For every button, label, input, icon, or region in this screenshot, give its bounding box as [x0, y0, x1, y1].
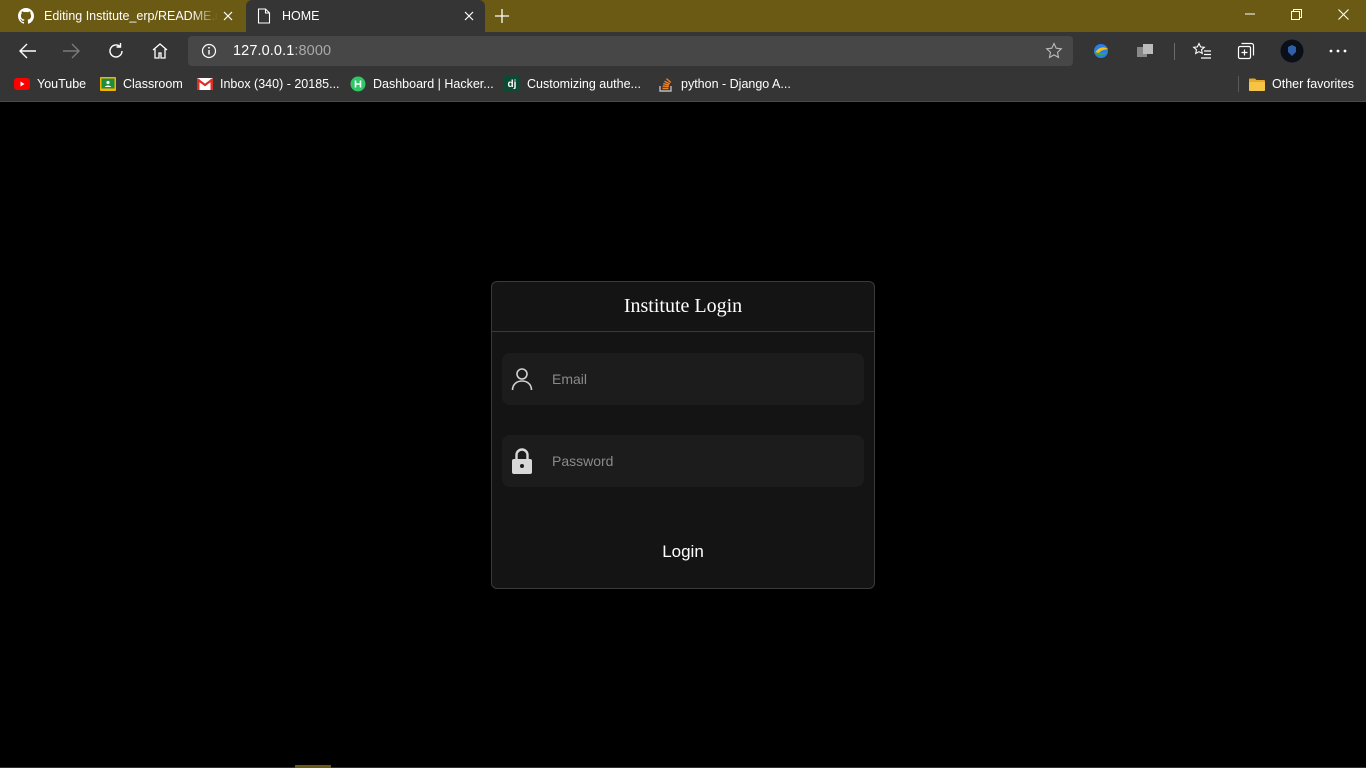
favorite-stackoverflow[interactable]: python - Django A...: [658, 70, 791, 98]
plus-icon: [495, 9, 509, 23]
lock-icon: [510, 447, 534, 475]
favorite-label: Classroom: [123, 77, 183, 91]
password-input[interactable]: [552, 453, 832, 469]
favorite-django[interactable]: dj Customizing authe...: [504, 70, 641, 98]
login-button[interactable]: Login: [642, 538, 724, 566]
url-port: :8000: [294, 43, 332, 59]
avatar: [1280, 39, 1304, 63]
extension-button[interactable]: [1131, 38, 1159, 64]
arrow-left-icon: [19, 43, 36, 59]
github-icon: [18, 8, 34, 24]
star-icon[interactable]: [1045, 42, 1063, 60]
back-button[interactable]: [13, 37, 43, 65]
info-icon[interactable]: [201, 43, 217, 59]
favorite-label: python - Django A...: [681, 77, 791, 91]
tab-strip: Editing Institute_erp/README.md HOME: [0, 0, 1366, 32]
refresh-button[interactable]: [101, 37, 131, 65]
collections-icon: [1237, 42, 1255, 60]
other-favorites-folder[interactable]: Other favorites: [1249, 70, 1354, 98]
profile-button[interactable]: [1278, 38, 1306, 64]
gmail-icon: [197, 76, 213, 92]
stackoverflow-icon: [658, 76, 674, 92]
toolbar-divider: [1174, 43, 1175, 60]
favorite-gmail[interactable]: Inbox (340) - 20185...: [197, 70, 340, 98]
url-host: 127.0.0.1: [233, 43, 295, 59]
favorite-classroom[interactable]: Classroom: [100, 70, 183, 98]
page-content: Institute Login Login: [0, 103, 1366, 768]
new-tab-button[interactable]: [490, 4, 514, 28]
favorite-youtube[interactable]: YouTube: [14, 70, 86, 98]
extension-icon: [1094, 44, 1108, 58]
home-button[interactable]: [145, 37, 175, 65]
youtube-icon: [14, 76, 30, 92]
login-title: Institute Login: [492, 282, 874, 332]
restore-button[interactable]: [1273, 0, 1319, 28]
classroom-icon: [100, 76, 116, 92]
close-tab-icon[interactable]: [459, 6, 479, 26]
arrow-right-icon: [63, 43, 80, 59]
copy-extension-icon: [1137, 44, 1153, 57]
tab-title: HOME: [282, 9, 320, 23]
close-tab-icon[interactable]: [218, 6, 238, 26]
favorite-label: Inbox (340) - 20185...: [220, 77, 340, 91]
favorites-bar: YouTube Classroom Inbox (340) - 20185...…: [0, 70, 1366, 102]
extension-button[interactable]: [1087, 38, 1115, 64]
close-icon: [1337, 8, 1349, 20]
password-field[interactable]: [502, 435, 864, 487]
tab-home[interactable]: HOME: [246, 0, 485, 32]
login-card: Institute Login Login: [491, 281, 875, 589]
collections-button[interactable]: [1232, 38, 1260, 64]
address-bar[interactable]: 127.0.0.1:8000: [188, 36, 1073, 66]
favorite-label: Other favorites: [1272, 77, 1354, 91]
minimize-button[interactable]: [1227, 0, 1273, 28]
url-text: 127.0.0.1:8000: [233, 43, 331, 59]
settings-more-button[interactable]: [1324, 38, 1352, 64]
django-icon: dj: [504, 76, 520, 92]
email-field[interactable]: [502, 353, 864, 405]
restore-icon: [1290, 8, 1302, 20]
navigation-bar: 127.0.0.1:8000: [0, 32, 1366, 70]
folder-icon: [1249, 76, 1265, 92]
home-icon: [152, 43, 168, 59]
forward-button[interactable]: [56, 37, 86, 65]
close-window-button[interactable]: [1320, 0, 1366, 28]
hackerrank-icon: [350, 76, 366, 92]
favorite-label: YouTube: [37, 77, 87, 91]
email-input[interactable]: [552, 371, 832, 387]
refresh-icon: [109, 43, 123, 58]
tab-title: Editing Institute_erp/README.md: [44, 9, 218, 23]
favorites-icon: [1192, 42, 1211, 59]
favorite-label: Dashboard | Hacker...: [373, 77, 494, 91]
page-icon: [256, 8, 272, 24]
minimize-icon: [1245, 13, 1255, 15]
tab-github-readme[interactable]: Editing Institute_erp/README.md: [8, 0, 244, 32]
favorite-label: Customizing authe...: [527, 77, 641, 91]
more-dots-icon: [1329, 49, 1347, 53]
user-icon: [510, 365, 534, 393]
favorite-hackerrank[interactable]: Dashboard | Hacker...: [350, 70, 494, 98]
favorites-button[interactable]: [1188, 38, 1216, 64]
favorites-divider: [1238, 76, 1239, 92]
